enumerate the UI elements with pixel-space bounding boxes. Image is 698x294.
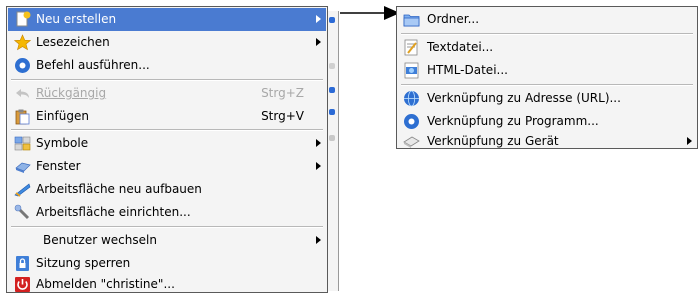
- paste-icon: [15, 109, 30, 125]
- new-document-icon: [16, 11, 31, 27]
- text-file-icon: [404, 39, 418, 56]
- submenu-item-html-datei[interactable]: HTML-Datei...: [398, 59, 696, 82]
- menu-item-label: Symbole: [36, 136, 89, 150]
- menu-item-sitzung-sperren[interactable]: Sitzung sperren: [8, 252, 326, 275]
- submenu-item-ordner[interactable]: Ordner...: [398, 8, 696, 31]
- globe-link-icon: [404, 90, 419, 107]
- submenu-arrow-icon: [316, 162, 321, 170]
- submenu-arrow-icon: [316, 15, 321, 23]
- menu-item-benutzer-wechseln[interactable]: Benutzer wechseln: [8, 229, 326, 252]
- submenu-item-verknuepfung-geraet[interactable]: Verknüpfung zu Gerät: [398, 133, 696, 148]
- menu-separator: [11, 129, 323, 131]
- submenu-item-textdatei[interactable]: Textdatei...: [398, 36, 696, 59]
- strip-icon: [329, 87, 335, 93]
- menu-item-label: Abmelden "christine"...: [36, 277, 175, 291]
- menu-item-abmelden[interactable]: Abmelden "christine"...: [8, 275, 326, 292]
- menu-item-label: Lesezeichen: [36, 35, 110, 49]
- strip-icon: [329, 63, 335, 69]
- menu-separator: [11, 226, 323, 228]
- menu-item-symbole[interactable]: Symbole: [8, 132, 326, 155]
- menu-item-einfuegen[interactable]: Einfügen Strg+V: [8, 105, 326, 128]
- window-icon: [15, 162, 31, 173]
- strip-icon: [329, 17, 335, 23]
- submenu-item-verknuepfung-url[interactable]: Verknüpfung zu Adresse (URL)...: [398, 87, 696, 110]
- menu-separator: [401, 84, 693, 86]
- submenu-arrow-icon: [687, 137, 692, 145]
- menu-item-rueckgaengig[interactable]: Rückgängig Strg+Z: [8, 82, 326, 105]
- menu-item-arbeitsflaeche-neu-aufbauen[interactable]: Arbeitsfläche neu aufbauen: [8, 178, 326, 201]
- menu-item-neu-erstellen[interactable]: Neu erstellen: [8, 8, 326, 31]
- menu-item-arbeitsflaeche-einrichten[interactable]: Arbeitsfläche einrichten...: [8, 201, 326, 224]
- submenu-arrow-icon: [316, 139, 321, 147]
- menu-item-label: Fenster: [36, 159, 81, 173]
- submenu-item-label: Textdatei...: [427, 40, 494, 54]
- menu-item-shortcut: Strg+V: [261, 109, 304, 123]
- pointer-arrow-icon: [340, 6, 400, 20]
- program-link-icon: [404, 114, 419, 129]
- html-file-icon: [404, 62, 419, 79]
- submenu-arrow-icon: [316, 236, 321, 244]
- submenu-item-label: HTML-Datei...: [427, 63, 508, 77]
- menu-item-label: Rückgängig: [36, 86, 107, 100]
- refresh-desktop-icon: [14, 183, 31, 197]
- folder-icon: [403, 14, 420, 27]
- strip-icon: [329, 135, 335, 141]
- desktop-context-menu: Neu erstellen Lesezeichen Befehl ausführ…: [6, 6, 328, 293]
- lock-icon: [16, 256, 29, 271]
- menu-item-fenster[interactable]: Fenster: [8, 155, 326, 178]
- configure-desktop-icon: [14, 204, 30, 220]
- menu-separator: [401, 33, 693, 35]
- menu-separator: [11, 79, 323, 81]
- menu-item-label: Befehl ausführen...: [36, 58, 150, 72]
- strip-icon: [329, 109, 335, 115]
- menu-item-label: Sitzung sperren: [36, 256, 131, 270]
- menu-item-lesezeichen[interactable]: Lesezeichen: [8, 31, 326, 54]
- submenu-arrow-icon: [316, 38, 321, 46]
- submenu-item-label: Verknüpfung zu Programm...: [427, 114, 599, 128]
- menu-item-label: Neu erstellen: [36, 12, 117, 26]
- menu-item-label: Arbeitsfläche neu aufbauen: [36, 182, 202, 196]
- undo-icon: [16, 89, 29, 98]
- menu-item-label: Einfügen: [36, 109, 89, 123]
- desktop-context-menu-screenshot: Neu erstellen Lesezeichen Befehl ausführ…: [0, 0, 698, 294]
- neu-erstellen-submenu: Ordner... Textdatei... HTML-Datei... Ver…: [396, 6, 698, 149]
- menu-item-label: Arbeitsfläche einrichten...: [36, 205, 191, 219]
- menu-item-shortcut: Strg+Z: [261, 86, 304, 100]
- run-command-icon: [15, 58, 30, 73]
- logout-icon: [15, 277, 30, 292]
- submenu-item-label: Verknüpfung zu Adresse (URL)...: [427, 91, 621, 105]
- icons-icon: [14, 136, 31, 151]
- star-icon: [14, 34, 31, 51]
- submenu-item-verknuepfung-programm[interactable]: Verknüpfung zu Programm...: [398, 110, 696, 133]
- device-link-icon: [403, 136, 420, 148]
- submenu-item-label: Verknüpfung zu Gerät: [427, 134, 559, 148]
- submenu-item-label: Ordner...: [427, 12, 480, 26]
- menu-item-befehl-ausfuehren[interactable]: Befehl ausführen...: [8, 54, 326, 77]
- menu-item-label: Benutzer wechseln: [43, 233, 157, 247]
